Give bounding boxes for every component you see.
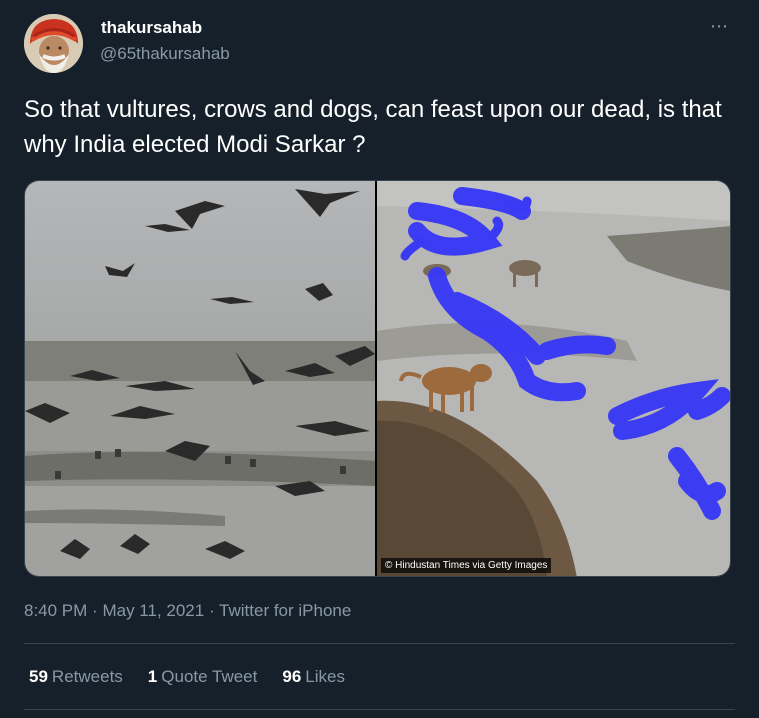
likes-count: 96 [282, 667, 302, 686]
tweet-media: © Hindustan Times via Getty Images [24, 180, 731, 577]
retweets-stat[interactable]: 59 Retweets [29, 667, 123, 687]
quote-tweets-stat[interactable]: 1 Quote Tweet [148, 667, 258, 687]
retweets-label: Retweets [51, 667, 123, 686]
retweets-count: 59 [29, 667, 48, 686]
photo-dogs-at-riverbank[interactable]: © Hindustan Times via Getty Images [377, 181, 730, 576]
tweet-time[interactable]: 8:40 PM [24, 601, 87, 620]
avatar[interactable] [24, 14, 83, 73]
likes-label: Likes [305, 667, 345, 686]
meta-separator: · [208, 601, 215, 620]
display-name[interactable]: thakursahab [101, 18, 202, 38]
photo-credit: © Hindustan Times via Getty Images [381, 558, 552, 573]
more-options-icon[interactable]: ⋯ [710, 16, 729, 37]
tweet-text: So that vultures, crows and dogs, can fe… [24, 96, 722, 158]
tweet-date[interactable]: May 11, 2021 [102, 601, 204, 620]
tweet-card: thakursahab @65thakursahab ⋯ So that vul… [0, 0, 759, 718]
likes-stat[interactable]: 96 Likes [282, 667, 345, 687]
quote-tweets-label: Quote Tweet [161, 667, 258, 686]
user-handle[interactable]: @65thakursahab [100, 44, 230, 64]
divider [24, 709, 735, 710]
photo-birds-over-river[interactable] [25, 181, 375, 576]
quote-tweets-count: 1 [147, 667, 158, 686]
engagement-stats: 59 Retweets 1 Quote Tweet 96 Likes [29, 667, 345, 687]
tweet-meta: 8:40 PM · May 11, 2021 · Twitter for iPh… [24, 601, 351, 621]
meta-separator: · [92, 601, 98, 620]
divider [24, 643, 735, 644]
tweet-source[interactable]: Twitter for iPhone [219, 601, 351, 620]
